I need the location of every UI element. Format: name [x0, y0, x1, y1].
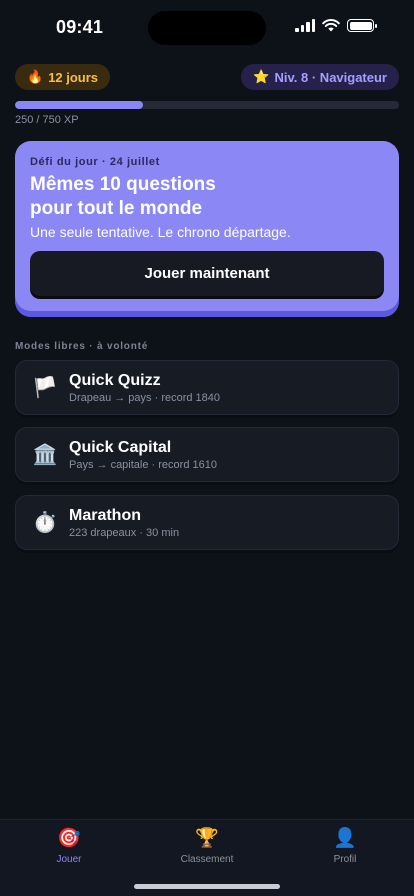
mode-subtitle: 223 drapeaux · 30 min — [69, 527, 180, 539]
mode-marathon[interactable]: ⏱️ Marathon 223 drapeaux · 30 min — [15, 495, 399, 550]
classical-building-icon: 🏛️ — [32, 444, 58, 466]
mode-subtitle: Drapeau → pays · record 1840 — [69, 392, 221, 404]
target-icon: 🎯 — [57, 828, 81, 849]
header-row: 🔥 12 jours ⭐ Niv. 8 · Navigateur — [15, 64, 399, 90]
status-bar: 09:41 — [0, 0, 414, 56]
tab-jouer[interactable]: 🎯 Jouer — [0, 828, 138, 865]
status-time: 09:41 — [56, 17, 104, 37]
mode-quick-quizz[interactable]: 🏳️ Quick Quizz Drapeau → pays · record 1… — [15, 360, 399, 415]
mode-title: Quick Capital — [69, 439, 172, 456]
star-icon: ⭐ — [253, 69, 270, 84]
tab-profil[interactable]: 👤 Profil — [276, 828, 414, 865]
mode-subtitle: Pays → capitale · record 1610 — [69, 459, 217, 471]
battery-icon — [347, 19, 377, 32]
streak-badge[interactable]: 🔥 12 jours — [15, 64, 111, 90]
xp-progress-bar — [15, 101, 399, 109]
tab-label: Classement — [180, 854, 234, 865]
profile-icon: 👤 — [333, 828, 357, 849]
home-indicator — [134, 884, 280, 889]
mode-title: Marathon — [69, 507, 141, 524]
tab-classement[interactable]: 🏆 Classement — [138, 828, 276, 865]
stopwatch-icon: ⏱️ — [32, 512, 58, 534]
daily-subtitle: Une seule tentative. Le chrono départage… — [30, 224, 291, 240]
daily-date-label: Défi du jour · 24 juillet — [30, 156, 160, 168]
daily-challenge-card: Défi du jour · 24 juillet Mêmes 10 quest… — [15, 141, 399, 317]
xp-progress-fill — [15, 101, 143, 109]
daily-title: Mêmes 10 questions pour tout le monde — [30, 173, 384, 221]
dynamic-island — [148, 11, 266, 45]
streak-label: 12 jours — [48, 69, 99, 85]
tab-label: Profil — [333, 854, 357, 865]
level-badge[interactable]: ⭐ Niv. 8 · Navigateur — [241, 64, 399, 90]
daily-title-line-2: pour tout le monde — [30, 198, 203, 219]
free-modes-heading: Modes libres · à volonté — [15, 341, 149, 352]
fire-icon: 🔥 — [27, 69, 44, 84]
trophy-icon: 🏆 — [195, 828, 219, 849]
status-icons — [295, 19, 377, 32]
level-label: Niv. 8 · Navigateur — [274, 69, 387, 85]
tab-bar: 🎯 Jouer 🏆 Classement 👤 Profil — [0, 819, 414, 896]
play-now-button[interactable]: Jouer maintenant — [30, 251, 384, 296]
mode-title: Quick Quizz — [69, 372, 161, 389]
tab-label: Jouer — [56, 854, 82, 865]
daily-title-line-1: Mêmes 10 questions — [30, 174, 216, 195]
white-flag-icon: 🏳️ — [32, 377, 58, 399]
mode-quick-capital[interactable]: 🏛️ Quick Capital Pays → capitale · recor… — [15, 427, 399, 482]
signal-icon — [295, 19, 315, 32]
xp-label: 250 / 750 XP — [15, 114, 79, 126]
wifi-icon — [322, 19, 340, 32]
